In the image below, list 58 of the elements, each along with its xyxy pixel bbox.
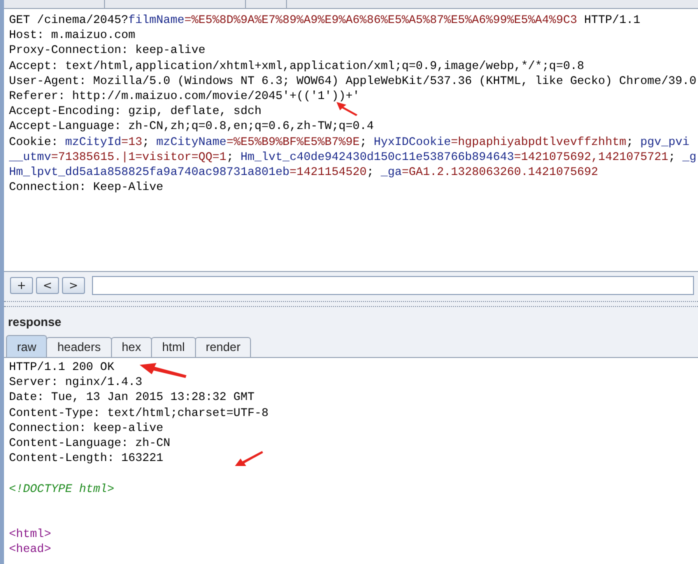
code-text: HTTP/1.1	[583, 13, 640, 27]
code-text: ;	[626, 134, 634, 148]
annotation-arrow	[336, 102, 358, 116]
code-text: =71385615.|1=visitor=QQ=1	[51, 150, 226, 164]
request-editor[interactable]	[4, 9, 698, 272]
code-text: =1421075692,1421075721	[514, 150, 668, 164]
code-text: filmName	[128, 13, 184, 27]
code-text: Server: nginx/1.4.3	[9, 375, 142, 390]
code-text: =GA1.2.1328063260.1421075692	[402, 164, 598, 179]
tab[interactable]: render	[194, 337, 252, 357]
code-text: _g	[682, 150, 696, 164]
input-field[interactable]	[92, 276, 694, 295]
code-text: =hgpaphiyabpdtlvevffzhhtm	[450, 134, 626, 148]
code-text: <html>	[9, 527, 52, 542]
code-text: ;	[366, 164, 375, 179]
code-text: =1421154520	[290, 164, 367, 179]
code-text: Referer: http://m.maizuo.com/movie/2045'+(('1'))+'	[9, 88, 360, 103]
code-text: pgv_pvi	[640, 134, 690, 148]
code-text: <head>	[9, 542, 52, 556]
response-editor[interactable]	[4, 357, 698, 564]
code-text: ;	[226, 150, 234, 164]
nav-button[interactable]: >	[62, 277, 85, 294]
code-text: User-Agent: Mozilla/5.0 (Windows NT 6.3; WOW64) AppleWebKit/537.36 (KHTML, like Gecko) Chrome/39.0	[9, 74, 696, 88]
code-text: HyxIDCookie	[374, 134, 451, 148]
code-text: Cookie:	[9, 134, 60, 148]
annotation-arrow	[234, 451, 264, 466]
code-text: mzCityName	[156, 134, 226, 148]
code-text: Connection: keep-alive	[9, 420, 164, 435]
code-text: =%E5%B9%BF%E5%B7%9E	[226, 134, 360, 148]
code-text: mzCityId	[65, 134, 122, 148]
code-text: Accept: text/html,application/xhtml+xml,application/xml;q=0.9,image/webp,*/*;q=0.8	[9, 58, 584, 73]
code-text: =%E5%8D%9A%E7%89%A9%E9%A6%86%E5%A5%87%E5%A6%99%E5%A4%9C3	[184, 13, 578, 27]
panel-title: response	[7, 314, 62, 331]
code-text: _ga	[380, 164, 402, 179]
code-text: Accept-Encoding: gzip, deflate, sdch	[9, 104, 262, 118]
code-text: Connection: Keep-Alive	[9, 180, 164, 194]
split-divider[interactable]	[4, 301, 698, 307]
code-text: Accept-Language: zh-CN,zh;q=0.8,en;q=0.6,zh-TW;q=0.4	[9, 119, 374, 134]
annotation-arrow	[138, 363, 188, 378]
code-text: Content-Language: zh-CN	[9, 436, 170, 450]
code-text: ;	[360, 134, 368, 148]
code-text: =13	[121, 134, 142, 148]
code-text: <!DOCTYPE html>	[9, 482, 114, 496]
nav-button[interactable]: <	[36, 277, 59, 294]
code-text: Content-Type: text/html;charset=UTF-8	[9, 406, 269, 420]
tab[interactable]: raw	[6, 335, 48, 357]
code-text: ;	[142, 134, 150, 148]
code-text: GET /cinema/2045?	[9, 13, 128, 27]
code-text: ;	[668, 150, 676, 164]
code-text: Host: m.maizuo.com	[9, 28, 136, 42]
code-text: Hm_lpvt_dd5a1a858825fa9a740ac98731a801eb	[9, 164, 290, 179]
code-text: Date: Tue, 13 Jan 2015 13:28:32 GMT	[9, 390, 254, 404]
code-text: __utmv	[9, 150, 52, 164]
code-text: HTTP/1.1 200 OK	[9, 360, 114, 374]
code-text: Content-Length: 163221	[9, 451, 164, 466]
code-text: Hm_lvt_c40de942430d150c11e538766b894643	[240, 150, 514, 164]
nav-button[interactable]: +	[10, 277, 33, 294]
code-text: Proxy-Connection: keep-alive	[9, 43, 206, 58]
